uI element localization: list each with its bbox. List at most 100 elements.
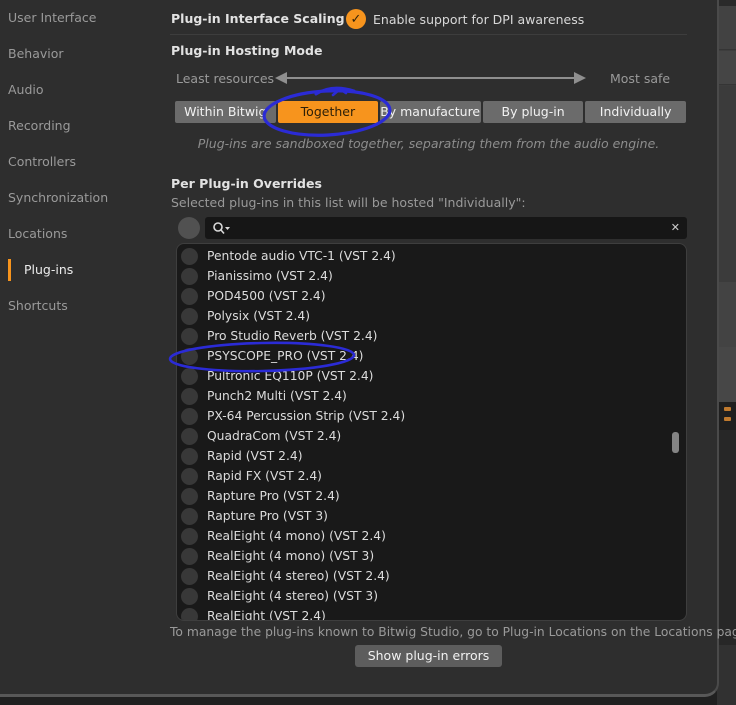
hosting-mode-button[interactable]: Individually: [585, 101, 686, 123]
background-window-edge: [717, 0, 736, 705]
plugin-label: RealEight (4 stereo) (VST 3): [207, 589, 378, 603]
sidebar-item[interactable]: Recording: [8, 117, 71, 135]
backdrop-block: [717, 430, 736, 645]
backdrop-orange-mark: [724, 407, 731, 411]
plugin-label: RealEight (4 mono) (VST 3): [207, 549, 375, 563]
sidebar-item[interactable]: Behavior: [8, 45, 64, 63]
show-plugin-errors-button[interactable]: Show plug-in errors: [354, 645, 503, 667]
backdrop-block: [717, 51, 736, 85]
plugin-list-item[interactable]: RealEight (4 mono) (VST 3): [177, 546, 686, 566]
sidebar-item[interactable]: Shortcuts: [8, 297, 68, 315]
sidebar-item[interactable]: Locations: [8, 225, 67, 243]
plugin-label: Punch2 Multi (VST 2.4): [207, 389, 347, 403]
sidebar-item-label: Synchronization: [8, 190, 109, 205]
plugin-select-circle[interactable]: [181, 367, 198, 385]
plugin-list-item[interactable]: Rapture Pro (VST 3): [177, 506, 686, 526]
plugin-list-item[interactable]: Rapid (VST 2.4): [177, 446, 686, 466]
plugin-select-circle[interactable]: [181, 267, 198, 285]
plugin-list-item[interactable]: Pultronic EQ110P (VST 2.4): [177, 366, 686, 386]
selected-indicator-bar: [8, 259, 11, 281]
plugin-list-item[interactable]: QuadraCom (VST 2.4): [177, 426, 686, 446]
section-title-overrides: Per Plug-in Overrides: [171, 176, 322, 191]
plugin-select-circle[interactable]: [181, 487, 198, 505]
select-all-circle[interactable]: [178, 217, 200, 239]
plugin-list-item[interactable]: Polysix (VST 2.4): [177, 306, 686, 326]
plugin-label: RealEight (4 mono) (VST 2.4): [207, 529, 386, 543]
plugin-label: PX-64 Percussion Strip (VST 2.4): [207, 409, 406, 423]
clear-search-icon[interactable]: ✕: [671, 221, 680, 235]
hosting-mode-button-label: By manufacturer: [380, 104, 481, 119]
hosting-mode-button-label: Within Bitwig: [184, 104, 267, 119]
hosting-mode-caption: Plug-ins are sandboxed together, separat…: [197, 136, 660, 151]
plugin-list-item[interactable]: RealEight (4 stereo) (VST 3): [177, 586, 686, 606]
plugin-list-item[interactable]: Pro Studio Reverb (VST 2.4): [177, 326, 686, 346]
plugin-select-circle[interactable]: [181, 407, 198, 425]
settings-dialog: User Interface Behavior Audio Recording …: [0, 0, 736, 697]
hosting-mode-button[interactable]: Together: [277, 101, 379, 123]
plugin-label: Rapture Pro (VST 3): [207, 509, 328, 523]
double-arrow-icon: [275, 72, 586, 84]
plugin-select-circle[interactable]: [181, 287, 198, 305]
section-title-hosting-mode: Plug-in Hosting Mode: [171, 43, 323, 58]
plugin-select-circle[interactable]: [181, 247, 198, 265]
plugin-list-item[interactable]: Rapture Pro (VST 2.4): [177, 486, 686, 506]
footer-button-row: Show plug-in errors: [170, 645, 687, 667]
plugin-label: Rapture Pro (VST 2.4): [207, 489, 340, 503]
plugin-select-circle[interactable]: [181, 427, 198, 445]
section-title-interface-scaling: Plug-in Interface Scaling: [171, 11, 345, 26]
backdrop-block: [717, 347, 736, 402]
plugin-search-input[interactable]: ✕: [205, 217, 687, 239]
plugin-label: Pro Studio Reverb (VST 2.4): [207, 329, 378, 343]
plugin-select-circle[interactable]: [181, 507, 198, 525]
plugin-list-item[interactable]: Pianissimo (VST 2.4): [177, 266, 686, 286]
hosting-mode-button-label: Individually: [599, 104, 672, 119]
plugin-list-item[interactable]: RealEight (4 stereo) (VST 2.4): [177, 566, 686, 586]
plugin-list-item[interactable]: PSYSCOPE_PRO (VST 2.4): [177, 346, 686, 366]
hosting-mode-button[interactable]: By plug-in: [482, 101, 584, 123]
hosting-mode-button[interactable]: By manufacturer: [380, 101, 481, 123]
sidebar-item-label: Plug-ins: [24, 262, 74, 277]
plugin-label: Pianissimo (VST 2.4): [207, 269, 333, 283]
plugin-list-item[interactable]: Pentode audio VTC-1 (VST 2.4): [177, 246, 686, 266]
locations-hint-text: To manage the plug-ins known to Bitwig S…: [170, 625, 736, 639]
plugin-list-item[interactable]: Rapid FX (VST 2.4): [177, 466, 686, 486]
backdrop-block: [717, 282, 736, 347]
sidebar-item-label: Recording: [8, 118, 71, 133]
plugin-list-item[interactable]: POD4500 (VST 2.4): [177, 286, 686, 306]
plugin-list-item[interactable]: Punch2 Multi (VST 2.4): [177, 386, 686, 406]
plugin-select-circle[interactable]: [181, 347, 198, 365]
sidebar-item-label: Shortcuts: [8, 298, 68, 313]
sidebar-item[interactable]: Audio: [8, 81, 44, 99]
backdrop-block: [717, 402, 736, 430]
dpi-awareness-checkbox[interactable]: ✓: [346, 9, 366, 29]
plugin-select-circle[interactable]: [181, 547, 198, 565]
plugin-label: RealEight (VST 2.4): [207, 609, 326, 621]
backdrop-block: [717, 86, 736, 282]
plugin-select-circle[interactable]: [181, 567, 198, 585]
least-resources-label: Least resources: [176, 71, 275, 86]
plugin-list-item[interactable]: RealEight (4 mono) (VST 2.4): [177, 526, 686, 546]
sidebar-item[interactable]: Synchronization: [8, 189, 108, 207]
hosting-mode-button[interactable]: Within Bitwig: [175, 101, 276, 123]
plugin-list-item[interactable]: RealEight (VST 2.4): [177, 606, 686, 621]
hosting-mode-selector: Within Bitwig Together By manufacturer B…: [175, 101, 686, 123]
plugin-select-circle[interactable]: [181, 327, 198, 345]
sidebar-item-label: Behavior: [8, 46, 64, 61]
plugin-select-circle[interactable]: [181, 447, 198, 465]
plugin-select-circle[interactable]: [181, 527, 198, 545]
sidebar-item-label: Locations: [8, 226, 68, 241]
settings-sidebar: User Interface Behavior Audio Recording …: [0, 0, 160, 694]
sidebar-item[interactable]: Controllers: [8, 153, 76, 171]
plugin-select-circle[interactable]: [181, 467, 198, 485]
plugin-label: Rapid FX (VST 2.4): [207, 469, 322, 483]
plugin-select-circle[interactable]: [181, 307, 198, 325]
list-scrollbar-thumb[interactable]: [672, 432, 679, 453]
plugin-select-circle[interactable]: [181, 587, 198, 605]
plugin-select-circle[interactable]: [181, 607, 198, 620]
sidebar-item[interactable]: User Interface: [8, 9, 96, 27]
plugin-label: Polysix (VST 2.4): [207, 309, 310, 323]
sidebar-item[interactable]: Plug-ins: [8, 259, 74, 281]
plugin-list-item[interactable]: PX-64 Percussion Strip (VST 2.4): [177, 406, 686, 426]
plugin-select-circle[interactable]: [181, 387, 198, 405]
plugin-override-list: Pentode audio VTC-1 (VST 2.4) Pianissimo…: [176, 243, 687, 621]
